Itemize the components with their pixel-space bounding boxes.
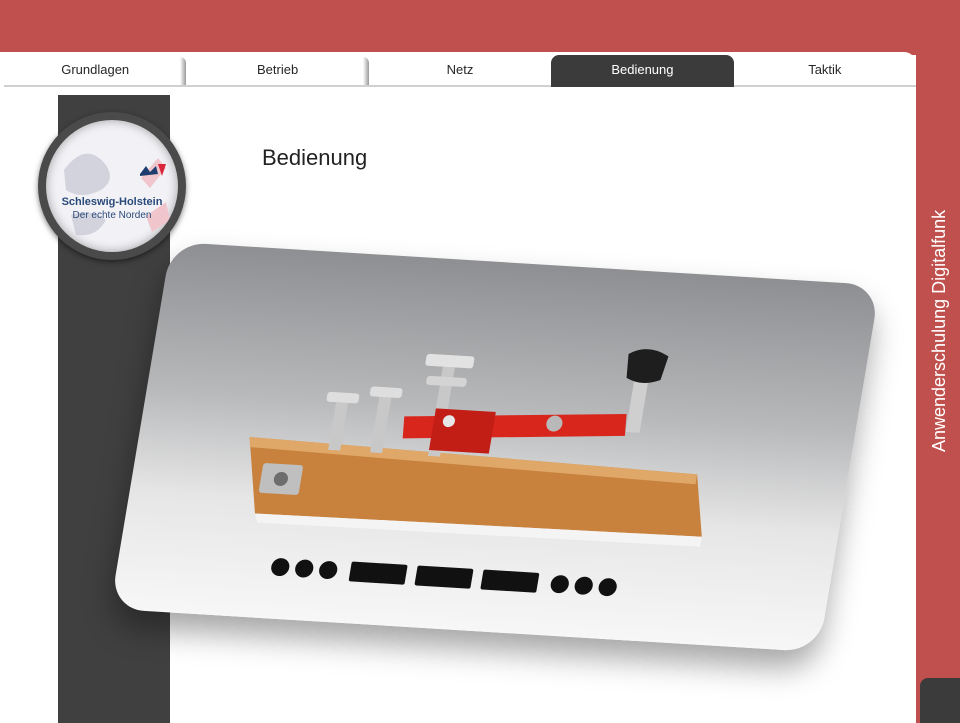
coat-of-arms-icon — [64, 153, 170, 236]
logo-text-primary: Schleswig-Holstein — [61, 196, 163, 208]
corner-tab[interactable] — [920, 678, 960, 723]
tab-bar: Grundlagen Betrieb Netz Bedienung Taktik — [4, 55, 917, 87]
morse-key-illustration — [249, 349, 702, 597]
tab-grundlagen[interactable]: Grundlagen — [4, 55, 187, 87]
morse-code-marks — [271, 558, 617, 597]
sidebar-vertical-title: Anwenderschulung Digitalfunk — [929, 209, 949, 452]
tab-netz[interactable]: Netz — [368, 55, 552, 87]
tab-betrieb[interactable]: Betrieb — [186, 55, 370, 87]
logo-text-secondary: Der echte Norden — [72, 210, 152, 221]
logo-disc: Schleswig-Holstein Der echte Norden — [46, 120, 178, 252]
morse-key-image — [109, 241, 881, 653]
page-title: Bedienung — [262, 145, 368, 170]
key-knob — [626, 349, 669, 383]
logo-badge: Schleswig-Holstein Der echte Norden — [38, 112, 186, 260]
tab-bedienung[interactable]: Bedienung — [551, 55, 734, 87]
tab-taktik[interactable]: Taktik — [733, 55, 917, 87]
